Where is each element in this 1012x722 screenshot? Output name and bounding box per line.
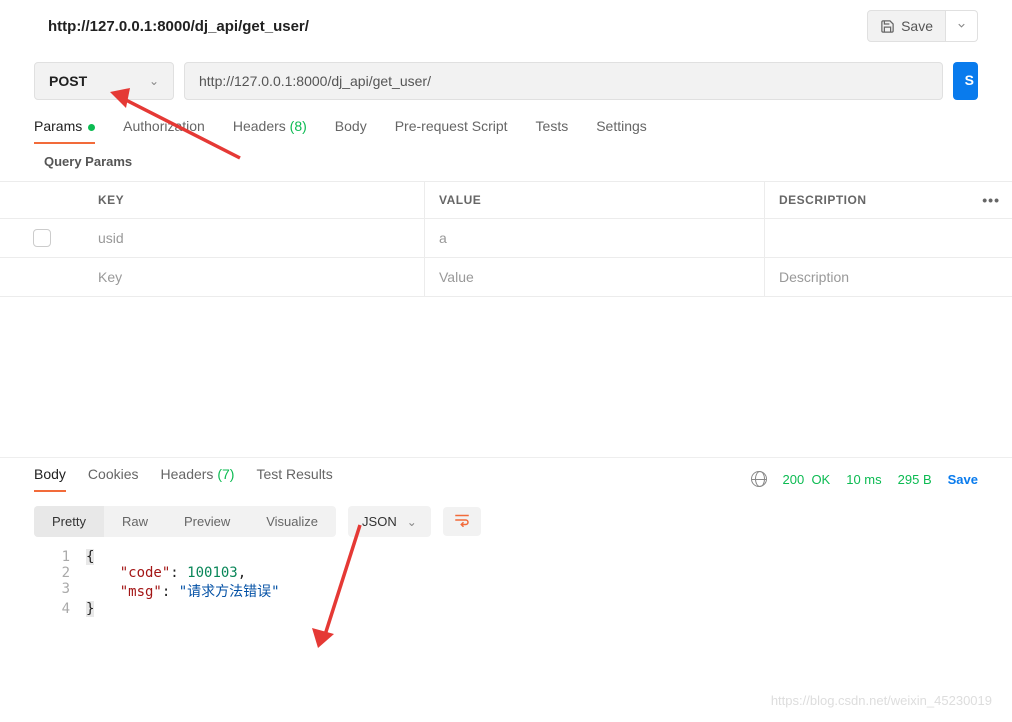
col-desc-header: DESCRIPTION••• [764,182,1012,218]
params-active-dot-icon [88,124,95,131]
url-input[interactable]: http://127.0.0.1:8000/dj_api/get_user/ [184,62,943,100]
response-body[interactable]: 1{ 2 "code": 100103, 3 "msg": "请求方法错误" 4… [0,537,1012,617]
col-key-header: KEY [84,182,424,218]
chevron-down-icon [956,20,967,31]
globe-icon[interactable] [751,471,767,487]
tab-tests[interactable]: Tests [536,118,569,144]
view-visualize[interactable]: Visualize [248,506,336,537]
resp-tab-headers[interactable]: Headers (7) [161,466,235,492]
status-time: 10 ms [846,472,881,487]
save-label: Save [901,18,933,34]
table-row[interactable]: Key Value Description [0,258,1012,297]
param-value-placeholder[interactable]: Value [424,258,764,296]
param-value-cell[interactable]: a [424,219,764,257]
tab-prerequest[interactable]: Pre-request Script [395,118,508,144]
save-button[interactable]: Save [867,10,946,42]
resp-tab-cookies[interactable]: Cookies [88,466,139,492]
columns-options-icon[interactable]: ••• [982,192,1000,208]
tab-headers-label: Headers [233,118,286,134]
view-raw[interactable]: Raw [104,506,166,537]
save-icon [880,19,895,34]
send-button[interactable]: S [953,62,978,100]
wrap-lines-button[interactable] [443,507,481,536]
tab-headers[interactable]: Headers (8) [233,118,307,144]
table-row[interactable]: usid a [0,219,1012,258]
format-select[interactable]: JSON ⌄ [348,506,431,537]
tab-authorization[interactable]: Authorization [123,118,205,144]
param-key-cell[interactable]: usid [84,219,424,257]
param-desc-cell[interactable] [764,219,1012,257]
save-dropdown[interactable] [946,10,978,42]
wrap-icon [453,513,471,527]
chevron-down-icon: ⌄ [407,515,417,529]
view-pretty[interactable]: Pretty [34,506,104,537]
method-label: POST [49,73,87,89]
params-table: KEY VALUE DESCRIPTION••• usid a Key Valu… [0,181,1012,297]
tab-params[interactable]: Params [34,118,95,144]
request-title: http://127.0.0.1:8000/dj_api/get_user/ [48,18,867,35]
tab-body[interactable]: Body [335,118,367,144]
resp-tab-test-results[interactable]: Test Results [256,466,332,492]
resp-headers-count: (7) [217,466,234,482]
watermark: https://blog.csdn.net/weixin_45230019 [771,693,992,708]
view-preview[interactable]: Preview [166,506,248,537]
row-checkbox[interactable] [33,229,51,247]
status-size: 295 B [898,472,932,487]
save-response-button[interactable]: Save [948,472,978,487]
chevron-down-icon: ⌄ [149,74,159,88]
status-code: 200 OK [783,472,831,487]
format-label: JSON [362,514,397,529]
param-key-placeholder[interactable]: Key [84,258,424,296]
resp-tab-body[interactable]: Body [34,466,66,492]
resp-headers-label: Headers [161,466,214,482]
tab-settings[interactable]: Settings [596,118,647,144]
col-value-header: VALUE [424,182,764,218]
param-desc-placeholder[interactable]: Description [764,258,1012,296]
tab-params-label: Params [34,118,82,134]
method-select[interactable]: POST ⌄ [34,62,174,100]
query-params-title: Query Params [44,154,978,169]
headers-count: (8) [290,118,307,134]
